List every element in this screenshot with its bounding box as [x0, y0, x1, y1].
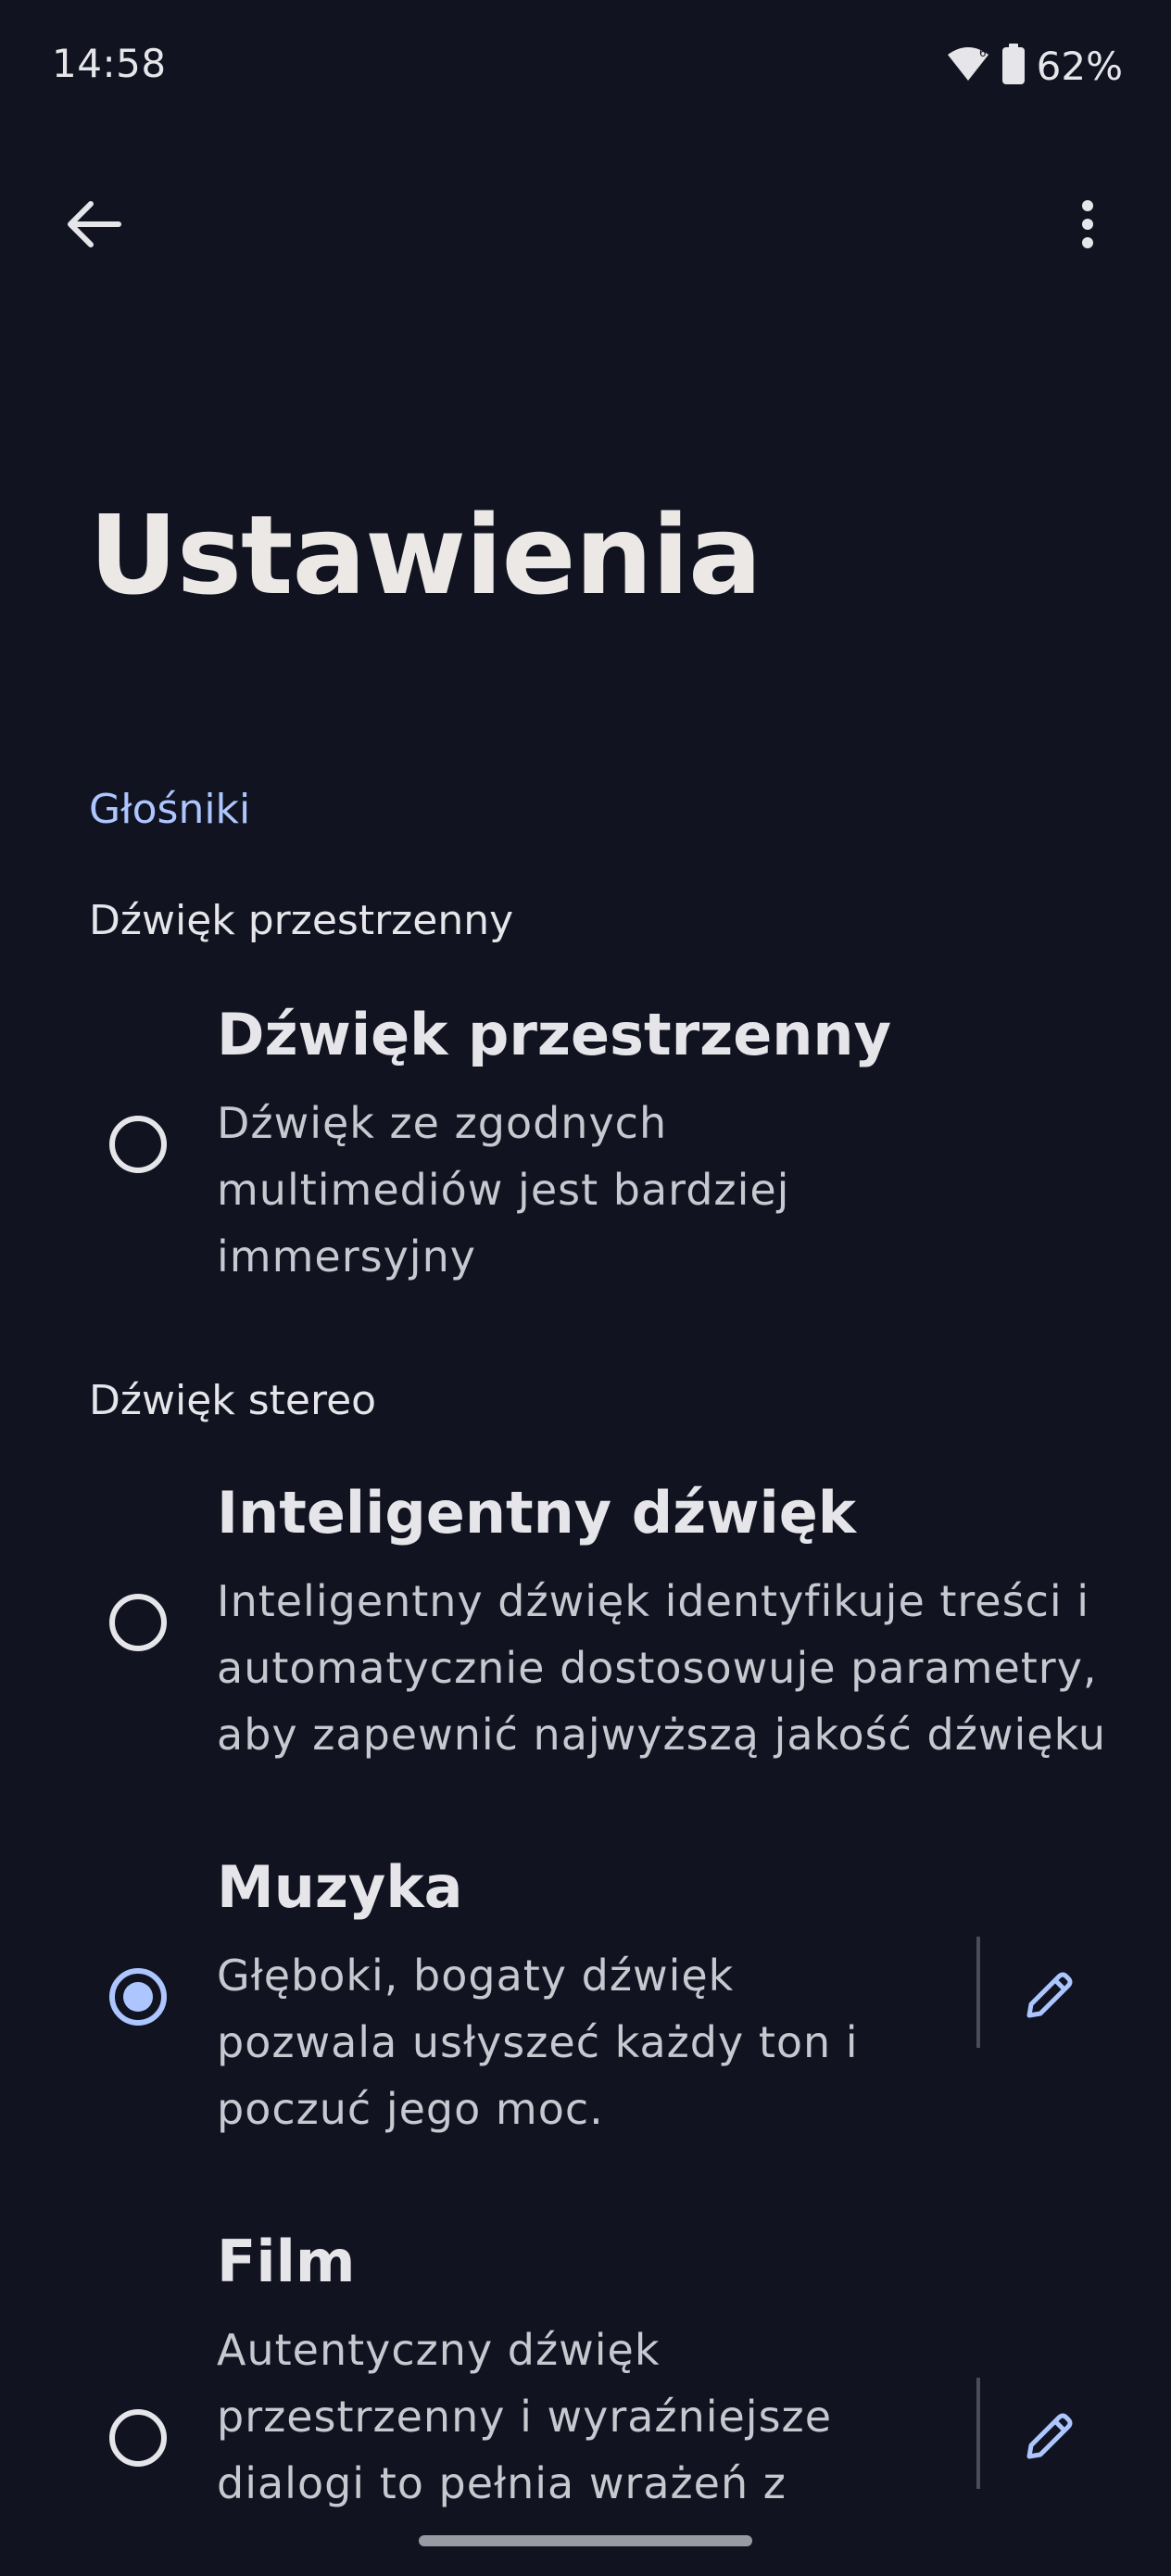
more-vert-icon — [1080, 200, 1095, 252]
home-indicator[interactable] — [419, 2535, 752, 2546]
radio-spatial-audio[interactable] — [109, 1116, 167, 1173]
option-desc-line: immersyjny — [217, 1231, 476, 1282]
option-music[interactable]: Muzyka Głęboki, bogaty dźwięk pozwala us… — [0, 1853, 1171, 2150]
back-button[interactable] — [52, 185, 133, 267]
option-desc-line: aby zapewnić najwyższą jakość dźwięku — [217, 1710, 1106, 1760]
option-desc-line: multimediów jest bardziej — [217, 1165, 790, 1215]
section-header-speakers: Głośniki — [89, 786, 251, 833]
option-desc-line: Autentyczny dźwięk — [217, 2325, 661, 2375]
pencil-icon — [1022, 2408, 1077, 2468]
status-time: 14:58 — [52, 41, 167, 86]
pencil-icon — [1022, 1967, 1077, 2027]
page-title: Ustawienia — [89, 491, 762, 619]
divider — [976, 1937, 980, 2048]
option-smart-sound[interactable]: Inteligentny dźwięk Inteligentny dźwięk … — [0, 1479, 1171, 1775]
option-desc-line: automatycznie dostosowuje parametry, — [217, 1643, 1098, 1693]
option-desc-line: pozwala usłyszeć każdy ton i — [217, 2017, 859, 2067]
option-movie[interactable]: Film Autentyczny dźwięk przestrzenny i w… — [0, 2228, 1171, 2524]
option-desc-line: dialogi to pełnia wrażeń z — [217, 2458, 787, 2508]
group-label-stereo: Dźwięk stereo — [89, 1377, 377, 1424]
option-desc-line: Inteligentny dźwięk identyfikuje treści … — [217, 1576, 1090, 1626]
edit-movie-button[interactable] — [1010, 2398, 1089, 2478]
option-desc-line: Dźwięk ze zgodnych — [217, 1098, 668, 1148]
more-options-button[interactable] — [1047, 185, 1128, 267]
svg-text:6: 6 — [979, 46, 987, 59]
arrow-back-icon — [63, 198, 122, 254]
edit-music-button[interactable] — [1010, 1957, 1089, 2037]
status-icons: 6 62% — [946, 41, 1123, 91]
status-bar: 14:58 6 62% — [0, 0, 1171, 130]
option-title: Muzyka — [217, 1853, 463, 1921]
radio-movie[interactable] — [109, 2409, 167, 2467]
radio-music[interactable] — [109, 1968, 167, 2026]
radio-smart-sound[interactable] — [109, 1594, 167, 1651]
battery-percent: 62% — [1036, 43, 1123, 89]
option-desc-line: poczuć jego moc. — [217, 2084, 604, 2134]
option-title: Dźwięk przestrzenny — [217, 1001, 891, 1068]
option-desc-line: Głęboki, bogaty dźwięk — [217, 1951, 735, 2001]
option-spatial-audio[interactable]: Dźwięk przestrzenny Dźwięk ze zgodnych m… — [0, 1001, 1171, 1297]
wifi-icon: 6 — [946, 45, 990, 86]
battery-icon — [1001, 44, 1026, 88]
option-title: Inteligentny dźwięk — [217, 1479, 857, 1547]
option-title: Film — [217, 2228, 356, 2295]
divider — [976, 2378, 980, 2489]
option-desc-line: przestrzenny i wyraźniejsze — [217, 2392, 832, 2442]
group-label-spatial: Dźwięk przestrzenny — [89, 897, 514, 944]
